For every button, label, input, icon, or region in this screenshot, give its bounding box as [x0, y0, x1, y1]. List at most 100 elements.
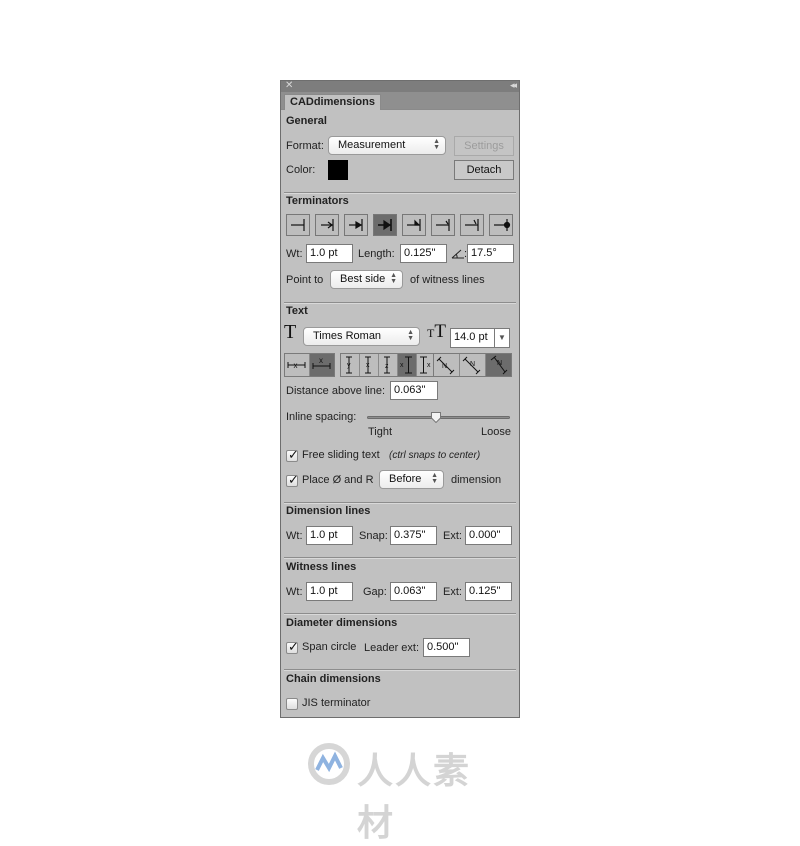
gap-input[interactable]: 0.063" — [390, 582, 437, 601]
panel-titlebar[interactable]: ✕ ◂◂ — [281, 79, 519, 92]
distance-above-label: Distance above line: — [286, 385, 386, 397]
text-aligned-1-icon: N — [436, 356, 455, 375]
divider — [284, 613, 516, 615]
terminator-filled-arrow-bar-icon — [349, 219, 363, 231]
text-inline-text-icon: x — [287, 361, 306, 370]
terminator-dot-bar-icon — [494, 219, 511, 231]
place-diameter-checkbox[interactable]: ✓ — [286, 472, 299, 487]
text-placement-group: xx — [284, 353, 335, 377]
snap-input[interactable]: 0.375" — [390, 526, 437, 545]
witness-wt-input[interactable]: 1.0 pt — [306, 582, 353, 601]
svg-text:y: y — [347, 362, 351, 369]
text-above-line-text-button[interactable]: x — [310, 354, 334, 376]
format-select[interactable]: Measurement ▲ ▼ — [328, 136, 446, 155]
free-sliding-checkbox[interactable]: ✓ — [286, 447, 299, 462]
text-aligned-3-icon: N — [490, 355, 508, 375]
inline-spacing-label: Inline spacing: — [286, 411, 357, 423]
terminator-half-slash-bar-button[interactable] — [460, 214, 484, 236]
divider — [284, 557, 516, 559]
terminator-wt-input[interactable]: 1.0 pt — [306, 244, 353, 263]
text-aligned-3-button[interactable]: N — [486, 354, 511, 376]
text-vertical-stack-1-button[interactable]: y — [341, 354, 360, 376]
text-vertical-left-button[interactable]: x — [398, 354, 417, 376]
terminator-bar-button[interactable] — [286, 214, 310, 236]
text-aligned-2-button[interactable]: N — [460, 354, 486, 376]
text-rotation-group: yxzxx — [340, 353, 436, 377]
terminator-slash-bar-button[interactable] — [431, 214, 455, 236]
detach-button[interactable]: Detach — [454, 160, 514, 180]
terminator-angle-input[interactable]: 17.5° — [467, 244, 514, 263]
terminator-length-label: Length: — [358, 248, 395, 260]
color-label: Color: — [286, 164, 316, 176]
section-title-witness-lines: Witness lines — [286, 561, 357, 573]
section-title-diameter-dimensions: Diameter dimensions — [286, 617, 398, 629]
dimension-ext-input[interactable]: 0.000" — [465, 526, 512, 545]
jis-terminator-checkbox[interactable] — [286, 698, 298, 710]
updown-arrows-icon: ▲ ▼ — [407, 329, 414, 342]
font-family-select[interactable]: Times Roman ▲ ▼ — [303, 327, 420, 346]
tight-label: Tight — [368, 426, 393, 438]
witness-wt-label: Wt: — [286, 586, 303, 598]
divider — [284, 302, 516, 304]
terminator-dot-bar-button[interactable] — [489, 214, 513, 236]
span-circle-checkbox[interactable]: ✓ — [286, 639, 299, 654]
terminator-half-arrow-bar-button[interactable] — [402, 214, 426, 236]
witness-ext-label: Ext: — [443, 586, 462, 598]
updown-arrows-icon: ▲ ▼ — [431, 472, 438, 485]
font-size-dropdown-icon[interactable]: ▼ — [494, 328, 510, 348]
format-select-value: Measurement — [338, 139, 406, 151]
text-vertical-stack-1-icon: y — [346, 356, 352, 374]
point-to-label: Point to — [286, 274, 324, 286]
point-to-select-value: Best side — [340, 273, 386, 285]
svg-text:N: N — [470, 361, 475, 368]
text-vertical-stack-3-icon: z — [384, 356, 390, 374]
place-position-value: Before — [389, 473, 422, 485]
color-swatch[interactable] — [328, 160, 348, 180]
inline-spacing-slider-thumb[interactable] — [430, 412, 441, 424]
terminator-open-arrow-bar-button[interactable] — [315, 214, 339, 236]
close-icon[interactable]: ✕ — [285, 79, 293, 92]
font-size-input[interactable]: 14.0 pt — [450, 328, 498, 348]
tab-caddimensions[interactable]: CADdimensions — [284, 94, 381, 110]
terminator-wt-label: Wt: — [286, 248, 303, 260]
leader-ext-label: Leader ext: — [364, 642, 420, 654]
text-vertical-left-icon: x — [400, 356, 412, 374]
section-title-terminators: Terminators — [286, 195, 349, 207]
terminator-length-input[interactable]: 0.125" — [400, 244, 447, 263]
terminator-bold-filled-arrow-bar-button[interactable] — [373, 214, 397, 236]
witness-ext-input[interactable]: 0.125" — [465, 582, 512, 601]
terminator-slash-bar-icon — [436, 219, 450, 231]
text-inline-text-button[interactable]: x — [285, 354, 310, 376]
dimension-wt-label: Wt: — [286, 530, 303, 542]
dimension-ext-label: Ext: — [443, 530, 462, 542]
snap-label: Snap: — [359, 530, 388, 542]
text-aligned-1-button[interactable]: N — [434, 354, 460, 376]
svg-text:x: x — [427, 362, 431, 369]
font-T-icon: T — [284, 321, 297, 343]
angle-icon — [451, 247, 465, 262]
free-sliding-hint: (ctrl snaps to center) — [389, 450, 481, 461]
double-chevron-left-icon[interactable]: ◂◂ — [510, 79, 517, 92]
text-aligned-2-icon: N — [462, 356, 481, 375]
leader-ext-input[interactable]: 0.500" — [423, 638, 470, 657]
terminator-filled-arrow-bar-button[interactable] — [344, 214, 368, 236]
checkmark-icon: ✓ — [288, 447, 299, 462]
terminator-half-arrow-bar-icon — [407, 219, 421, 231]
settings-button[interactable]: Settings — [454, 136, 514, 156]
distance-above-input[interactable]: 0.063" — [390, 381, 438, 400]
divider — [284, 502, 516, 504]
svg-text:N: N — [442, 363, 447, 370]
text-vertical-stack-2-button[interactable]: x — [360, 354, 379, 376]
text-vertical-stack-3-button[interactable]: z — [379, 354, 398, 376]
divider — [284, 669, 516, 671]
text-vertical-stack-2-icon: x — [365, 356, 371, 374]
text-angle-group: NNN — [433, 353, 512, 377]
watermark-text: 人人素材 — [357, 751, 472, 844]
tab-bar: CADdimensions — [281, 92, 519, 110]
section-title-general: General — [286, 115, 327, 127]
place-position-select[interactable]: Before ▲ ▼ — [379, 470, 444, 489]
point-to-select[interactable]: Best side ▲ ▼ — [330, 270, 403, 289]
dimension-wt-input[interactable]: 1.0 pt — [306, 526, 353, 545]
svg-text:x: x — [366, 362, 370, 369]
updown-arrows-icon: ▲ ▼ — [390, 272, 397, 285]
